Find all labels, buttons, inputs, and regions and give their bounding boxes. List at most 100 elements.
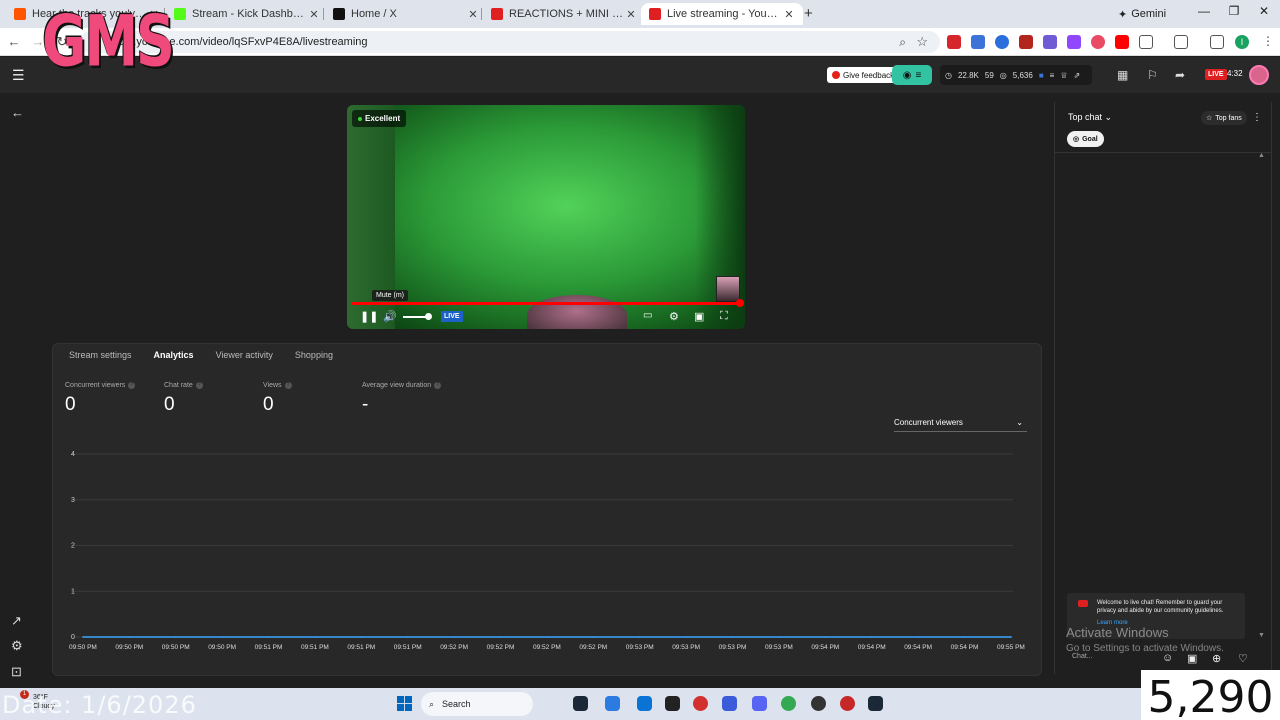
close-tab-icon[interactable]: ✕ <box>308 8 320 21</box>
youtube-icon <box>491 8 503 20</box>
cast-icon[interactable] <box>1174 35 1188 49</box>
settings-gear-icon[interactable]: ⚙ <box>11 638 23 654</box>
search-label: Search <box>442 699 471 709</box>
clips-icon[interactable]: ▦ <box>1117 68 1128 82</box>
settings-icon[interactable]: ⚙ <box>669 310 679 323</box>
extension-icon[interactable] <box>1091 35 1105 49</box>
tab-title: Stream - Kick Dashboard <box>192 8 308 20</box>
app-icon[interactable] <box>693 696 708 711</box>
data-point <box>360 636 363 638</box>
x-tick-label: 09:50 PM <box>208 644 236 651</box>
scroll-up-icon[interactable]: ▲ <box>1258 152 1265 159</box>
steam-icon[interactable] <box>868 696 883 711</box>
video-scene <box>527 295 627 329</box>
studio-header: ☰ Give feedback ◉ ≡ ◷ 22.8K 59 ◎ 5,636 ■… <box>0 57 1280 93</box>
viewer-count-overlay: 5,290 <box>1141 670 1280 720</box>
emoji-icon[interactable]: ☺ <box>1162 652 1173 664</box>
back-icon[interactable]: ← <box>6 34 22 49</box>
webcam-overlay <box>716 276 740 302</box>
scroll-down-icon[interactable]: ▼ <box>1258 632 1265 639</box>
volume-icon[interactable]: 🔊 <box>383 310 397 323</box>
browser-tab-youtube-studio[interactable]: Live streaming - YouTube Studio ✕ <box>641 3 803 25</box>
x-tick-label: 09:51 PM <box>255 644 283 651</box>
extension-icon[interactable] <box>947 35 961 49</box>
profile-avatar-icon[interactable]: I <box>1235 35 1249 49</box>
minimize-icon[interactable]: — <box>1197 4 1211 18</box>
live-indicator[interactable]: LIVE <box>441 311 463 322</box>
chat-mode-selector[interactable]: Top chat ⌄ <box>1068 112 1112 123</box>
chat-more-icon[interactable]: ⋮ <box>1252 112 1262 123</box>
fullscreen-icon[interactable]: ⛶ <box>720 310 728 323</box>
epic-games-icon[interactable] <box>665 696 680 711</box>
seek-bar[interactable] <box>352 299 744 307</box>
youtube-ext-icon[interactable] <box>1115 35 1129 49</box>
file-explorer-icon[interactable] <box>637 696 652 711</box>
new-tab-icon[interactable]: + <box>804 5 813 22</box>
streamlabs-icon: ◉ <box>902 69 912 81</box>
share-icon[interactable]: ➦ <box>1175 68 1185 82</box>
kick-icon <box>174 8 186 20</box>
windows-start-icon[interactable] <box>397 696 412 711</box>
bookmark-star-icon[interactable]: ☆ <box>916 34 928 50</box>
twitch-icon[interactable] <box>1067 35 1081 49</box>
top-fans-button[interactable]: ☆ Top fans <box>1201 111 1247 125</box>
steam-icon[interactable] <box>573 696 588 711</box>
channel-avatar[interactable] <box>1249 65 1269 85</box>
browser-tab-kick[interactable]: Stream - Kick Dashboard ✕ <box>166 3 328 25</box>
extension-icon[interactable] <box>1043 35 1057 49</box>
url-field[interactable]: ☰ studio.youtube.com/video/lqSFxvP4E8A/l… <box>80 31 940 53</box>
stat-likes: 59 <box>984 70 994 80</box>
captions-icon[interactable]: ▭ <box>643 310 652 321</box>
browser-menu-icon[interactable]: ⋮ <box>1262 34 1274 48</box>
data-point <box>963 636 966 638</box>
x-tick-label: 09:54 PM <box>811 644 839 651</box>
app-icon[interactable] <box>605 696 620 711</box>
bookmark-icon[interactable]: ⚐ <box>1147 68 1158 82</box>
close-tab-icon[interactable]: ✕ <box>783 8 795 21</box>
seek-knob[interactable] <box>736 299 744 307</box>
maximize-icon[interactable]: ❐ <box>1227 4 1241 18</box>
data-point <box>1010 636 1012 638</box>
taskbar-search[interactable]: ⌕ Search <box>421 692 533 716</box>
external-link-icon[interactable]: ↗ <box>11 613 22 629</box>
chrome-icon[interactable] <box>781 696 796 711</box>
super-chat-icon[interactable]: ▣ <box>1187 652 1197 665</box>
trophy-icon: ♕ <box>1060 70 1068 80</box>
chat-input[interactable]: Chat... <box>1072 653 1093 660</box>
extension-icon[interactable] <box>995 35 1009 49</box>
gemini-button[interactable]: ✦ Gemini <box>1118 5 1178 23</box>
streamlabs-button[interactable]: ◉ ≡ <box>892 65 932 85</box>
cast-icon[interactable]: ▣ <box>694 310 704 323</box>
feedback-alert-icon[interactable]: ⊡ <box>11 664 22 680</box>
reading-list-icon[interactable] <box>1210 35 1224 49</box>
obs-icon[interactable] <box>811 696 826 711</box>
extension-icon[interactable] <box>971 35 985 49</box>
app-icon[interactable] <box>840 696 855 711</box>
chat-divider <box>1055 152 1271 153</box>
goal-button[interactable]: ◎ Goal <box>1067 131 1104 147</box>
extension-icon[interactable] <box>1019 35 1033 49</box>
zoom-icon[interactable]: ⌕ <box>899 35 906 50</box>
browser-tab-x[interactable]: Home / X ✕ <box>325 3 487 25</box>
heart-icon[interactable]: ♡ <box>1238 652 1248 665</box>
extensions-puzzle-icon[interactable] <box>1139 35 1153 49</box>
close-window-icon[interactable]: ✕ <box>1257 4 1271 18</box>
app-icon[interactable] <box>722 696 737 711</box>
hamburger-menu-icon[interactable]: ☰ <box>12 67 25 84</box>
analytics-card: Stream settings Analytics Viewer activit… <box>52 343 1042 676</box>
volume-knob[interactable] <box>425 313 432 320</box>
give-feedback-button[interactable]: Give feedback <box>827 67 900 83</box>
tab-title: Home / X <box>351 8 397 20</box>
list-icon: ≡ <box>1049 70 1055 80</box>
close-tab-icon[interactable]: ✕ <box>625 8 637 21</box>
pause-icon[interactable]: ❚❚ <box>360 310 378 323</box>
back-arrow-icon[interactable]: ← <box>11 105 24 120</box>
y-tick-label: 2 <box>71 543 75 550</box>
add-icon[interactable]: ⊕ <box>1212 652 1221 665</box>
mute-tooltip: Mute (m) <box>372 290 408 301</box>
youtube-studio-icon <box>649 8 661 20</box>
browser-tab-reactions[interactable]: REACTIONS + MINI GAMES ✕ <box>483 3 645 25</box>
tab-title: Live streaming - YouTube Studio <box>667 8 783 20</box>
discord-icon[interactable] <box>752 696 767 711</box>
close-tab-icon[interactable]: ✕ <box>467 8 479 21</box>
